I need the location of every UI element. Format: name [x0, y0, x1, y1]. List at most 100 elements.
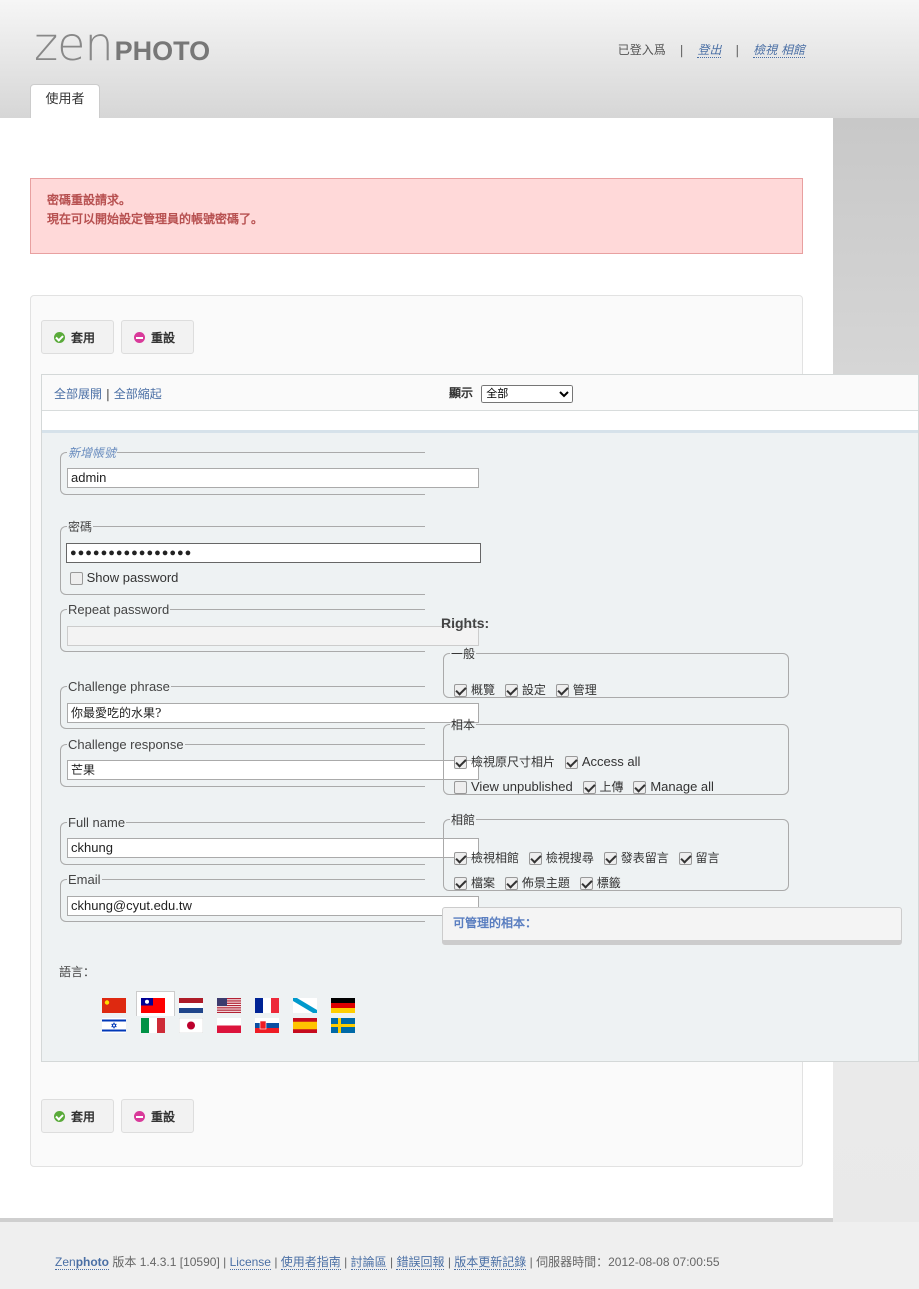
flag-de-icon[interactable] [331, 998, 355, 1013]
version-number: 1.4.3.1 [10590] [139, 1255, 220, 1269]
tab-users[interactable]: 使用者 [30, 84, 100, 118]
reset-label: 重設 [151, 1109, 176, 1124]
right-label: 佈景主題 [521, 876, 570, 890]
user-guide-link[interactable]: 使用者指南 [280, 1255, 341, 1270]
challenge-phrase-input[interactable]: 你最愛吃的水果? [67, 703, 479, 723]
username-input[interactable]: admin [67, 468, 479, 488]
show-password-checkbox[interactable] [70, 572, 83, 586]
challenge-response-input[interactable]: 芒果 [67, 760, 479, 780]
server-time: 2012-08-08 07:00:55 [608, 1255, 720, 1269]
right-view-search-checkbox[interactable] [528, 852, 542, 865]
right-full-image-checkbox[interactable] [454, 756, 467, 769]
changelog-link[interactable]: 版本更新記錄 [454, 1255, 527, 1270]
logo-photo-text: PHOTO [114, 36, 211, 66]
rights-general-legend: 一般 [451, 647, 476, 661]
license-link[interactable]: License [229, 1255, 271, 1270]
email-legend: Email [68, 872, 101, 887]
rights-general-fieldset: 一般 概覽 設定 管理 [443, 645, 789, 698]
logo-zen-text: zen [34, 17, 114, 71]
forum-link[interactable]: 討論區 [350, 1255, 387, 1270]
flag-us-icon[interactable] [217, 998, 241, 1013]
right-label: 管理 [572, 683, 597, 697]
right-label: Access all [581, 754, 641, 769]
brand-zen: Zen [55, 1255, 76, 1269]
user-list-header: 全部展開 | 全部縮起 顯示 全部 [42, 375, 918, 411]
apply-button-bottom[interactable]: 套用 [41, 1099, 114, 1133]
right-overview-checkbox[interactable] [454, 684, 467, 697]
show-password-row: Show password [70, 570, 179, 586]
right-view-gallery-checkbox[interactable] [454, 852, 467, 865]
rights-album-row-1: 檢視原尺寸相片 Access all [454, 753, 646, 770]
flag-gl-icon[interactable] [293, 998, 317, 1013]
footer-sep: | [389, 1255, 394, 1269]
right-tags-checkbox[interactable] [579, 877, 593, 890]
language-label: 語言： [59, 965, 96, 979]
footer-sep: | [447, 1255, 451, 1269]
email-input[interactable]: ckhung@cyut.edu.tw [67, 896, 479, 916]
apply-button[interactable]: 套用 [41, 320, 114, 354]
password-reset-message: 密碼重設請求。 現在可以開始設定管理員的帳號密碼了。 [30, 178, 803, 254]
footer-sep: | [344, 1255, 348, 1269]
flag-sk-icon[interactable] [255, 1018, 279, 1033]
right-label: 上傳 [599, 780, 624, 794]
right-view-unpublished-checkbox[interactable] [454, 781, 467, 794]
message-line-1: 密碼重設請求。 [47, 193, 132, 207]
footer-sep: | [223, 1255, 227, 1269]
password-legend: 密碼 [68, 520, 93, 534]
collapse-all-link[interactable]: 全部縮起 [114, 387, 162, 401]
bug-report-link[interactable]: 錯誤回報 [396, 1255, 445, 1270]
rights-gallery-row-2: 檔案 佈景主題 標籤 [454, 874, 627, 891]
right-upload-checkbox[interactable] [582, 781, 596, 794]
flag-sv-icon[interactable] [331, 1018, 355, 1033]
right-post-comment-checkbox[interactable] [603, 852, 617, 865]
right-comment-checkbox[interactable] [678, 852, 692, 865]
right-label: 發表留言 [620, 851, 669, 865]
flag-it-icon[interactable] [141, 1018, 165, 1033]
right-label: Manage all [650, 779, 714, 794]
rights-album-row-2: View unpublished 上傳 Manage all [454, 778, 720, 795]
right-admin-checkbox[interactable] [555, 684, 569, 697]
right-options-checkbox[interactable] [504, 684, 518, 697]
expand-all-link[interactable]: 全部展開 [54, 387, 102, 401]
logout-link[interactable]: 登出 [697, 43, 722, 58]
full-name-input[interactable]: ckhung [67, 838, 479, 858]
logged-in-as-label: 已登入爲 [617, 43, 666, 57]
repeat-password-input[interactable] [67, 626, 479, 646]
right-manage-all-checkbox[interactable] [633, 781, 647, 794]
reset-button-bottom[interactable]: 重設 [121, 1099, 194, 1133]
right-themes-checkbox[interactable] [504, 877, 518, 890]
show-password-label: Show password [86, 570, 179, 585]
zenphoto-brand-link[interactable]: Zenphoto [55, 1255, 110, 1270]
flag-es-icon[interactable] [293, 1018, 317, 1033]
challenge-phrase-legend: Challenge phrase [68, 679, 170, 694]
rights-general-row: 概覽 設定 管理 [454, 681, 603, 698]
footer-sep: | [274, 1255, 278, 1269]
apply-label: 套用 [71, 1109, 96, 1124]
reset-button[interactable]: 重設 [121, 320, 194, 354]
right-access-all-checkbox[interactable] [564, 756, 578, 769]
flag-nl-icon[interactable] [179, 998, 203, 1013]
check-icon [54, 331, 65, 343]
managed-albums-header[interactable]: 可管理的相本： [442, 907, 902, 945]
check-icon [54, 1110, 65, 1122]
minus-icon [134, 1110, 145, 1122]
flag-he-icon[interactable] [102, 1018, 126, 1033]
server-time-label: 伺服器時間： [536, 1255, 609, 1269]
full-name-legend: Full name [68, 815, 126, 830]
right-label: 設定 [521, 683, 546, 697]
nav-separator: | [679, 43, 684, 57]
show-filter: 顯示 全部 [449, 384, 574, 403]
password-input[interactable]: ●●●●●●●●●●●●●●●● [66, 543, 481, 563]
rights-gallery-row-1: 檢視相館 檢視搜尋 發表留言 留言 [454, 849, 726, 866]
new-account-legend: 新增帳號 [68, 446, 117, 460]
flag-zh-cn-icon[interactable] [102, 998, 126, 1013]
view-gallery-link[interactable]: 檢視 相館 [753, 43, 805, 58]
zenphoto-logo[interactable]: zen PHOTO [34, 17, 211, 71]
show-select[interactable]: 全部 [481, 385, 574, 403]
link-separator: | [105, 387, 110, 401]
flag-ja-icon[interactable] [179, 1018, 203, 1033]
right-files-checkbox[interactable] [454, 877, 467, 890]
flag-pl-icon[interactable] [217, 1018, 241, 1033]
flag-fr-icon[interactable] [255, 998, 279, 1013]
flag-zh-tw-icon[interactable] [141, 998, 165, 1013]
